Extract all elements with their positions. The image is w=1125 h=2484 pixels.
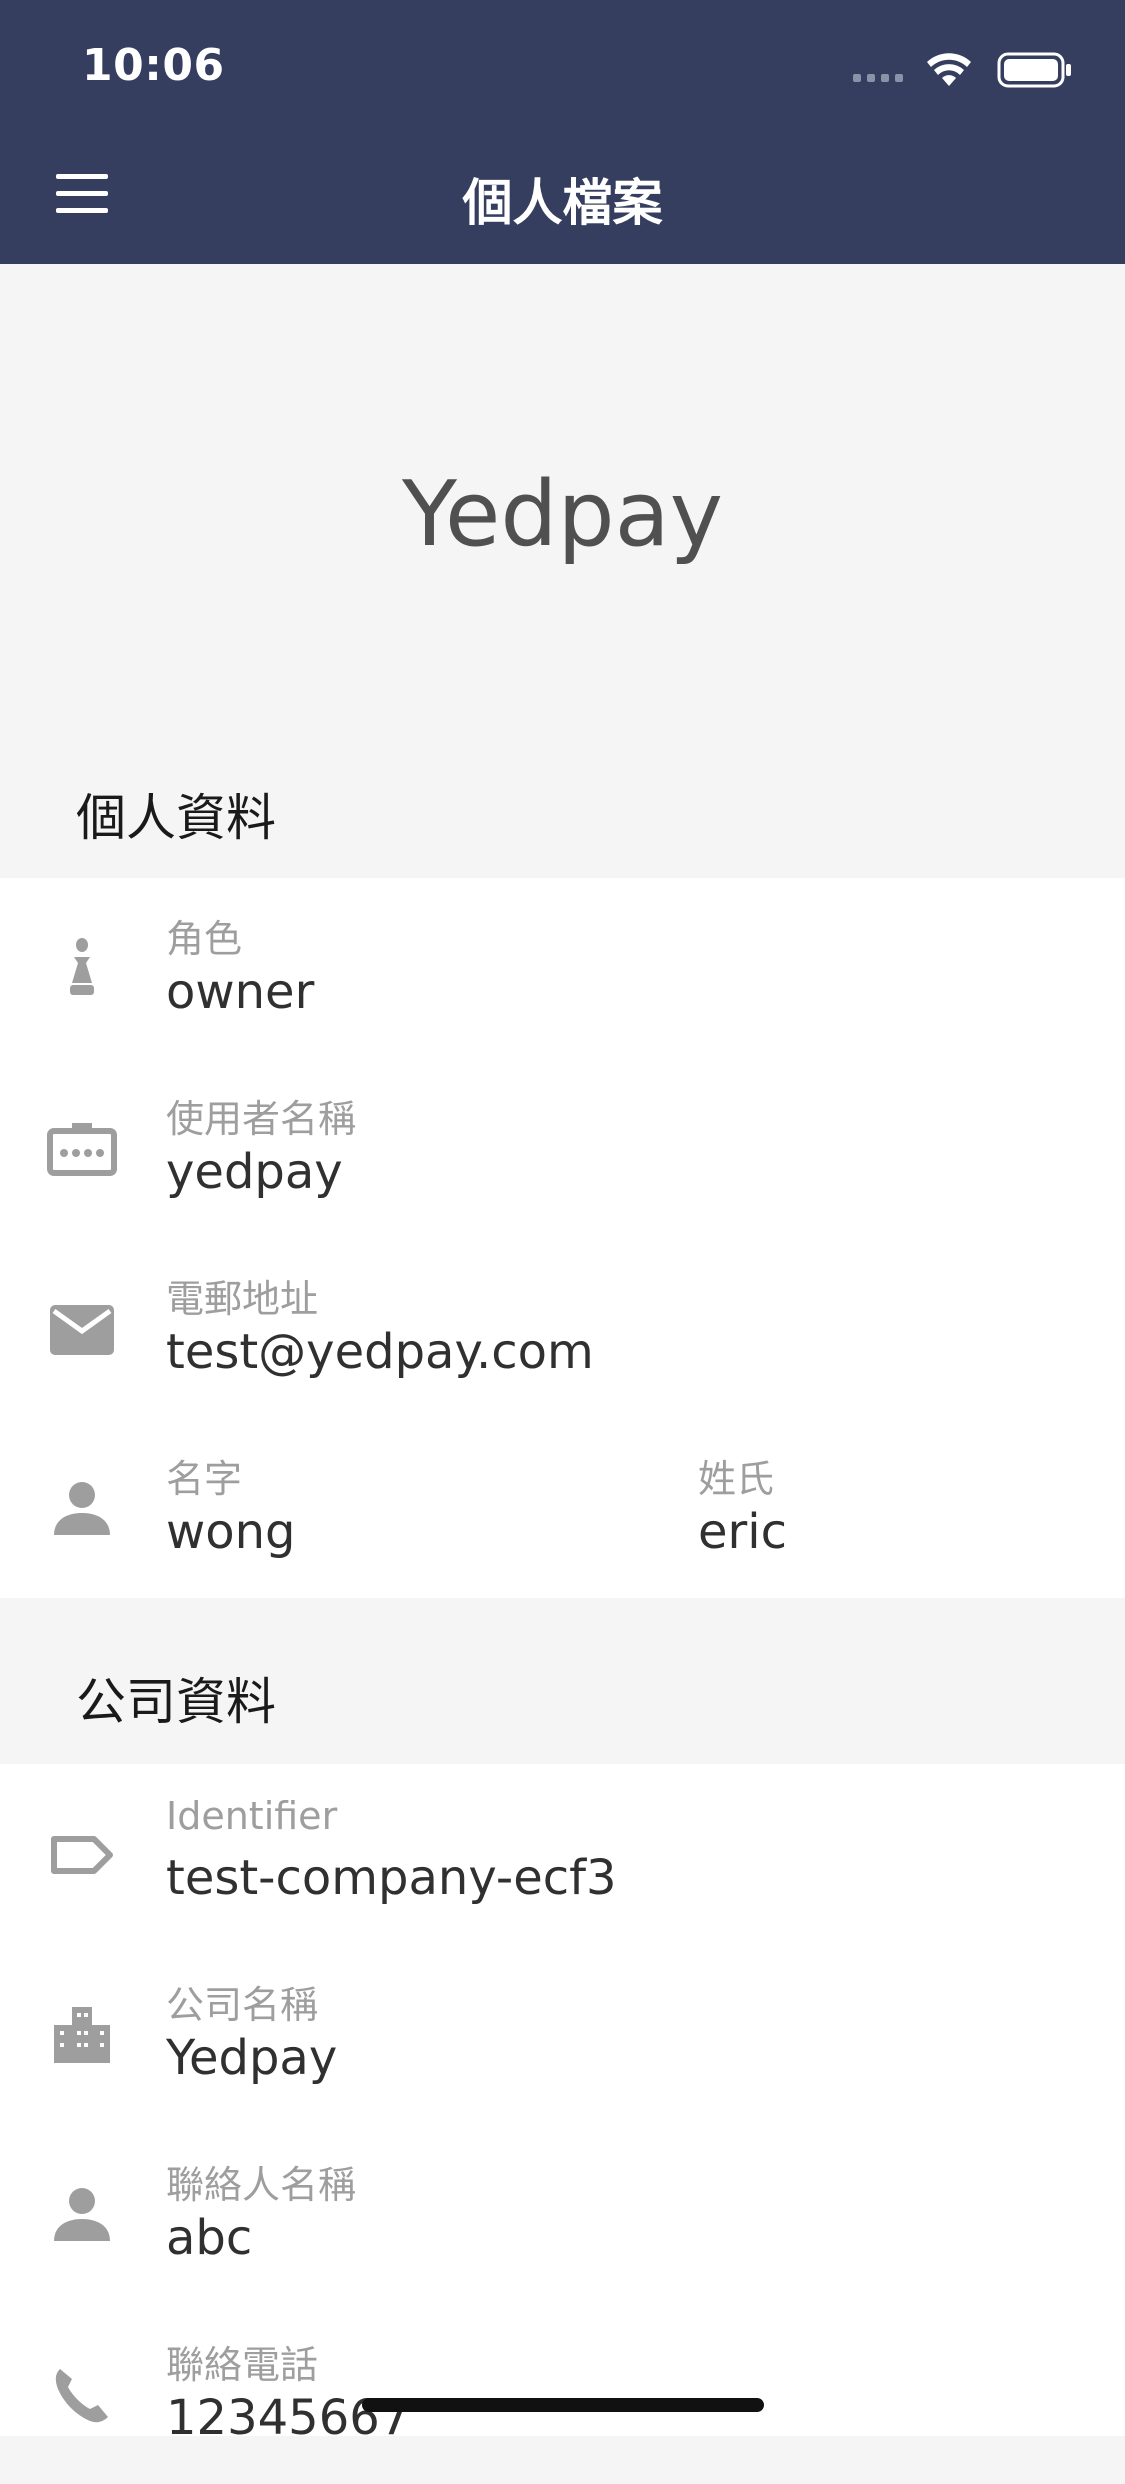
- role-label: 角色: [166, 917, 243, 961]
- person-icon: [46, 1473, 118, 1545]
- wifi-icon: [927, 53, 971, 86]
- company-info-card: Identifier test-company-ecf3 公司名稱 Yedpay…: [0, 1764, 1125, 2446]
- identifier-row: Identifier test-company-ecf3: [0, 1764, 1125, 1944]
- username-label: 使用者名稱: [166, 1097, 357, 1141]
- identifier-value: test-company-ecf3: [166, 1850, 617, 1906]
- brand-name: Yedpay: [401, 461, 724, 567]
- personal-info-card: 角色 owner 使用者名稱 yedpay 電郵地址 test@yedpay.c…: [0, 878, 1125, 1598]
- contact-phone-label: 聯絡電話: [166, 2343, 319, 2387]
- building-icon: [46, 1999, 118, 2071]
- username-value: yedpay: [166, 1144, 343, 1200]
- person-icon: [46, 2179, 118, 2251]
- contact-name-row: 聯絡人名稱 abc: [0, 2124, 1125, 2304]
- username-row: 使用者名稱 yedpay: [0, 1058, 1125, 1238]
- battery-icon: [997, 52, 1071, 88]
- phone-icon: [46, 2359, 118, 2431]
- mail-icon: [46, 1293, 118, 1365]
- company-logo-area: Yedpay: [0, 264, 1125, 764]
- role-row: 角色 owner: [0, 878, 1125, 1058]
- name-row: 名字 wong 姓氏 eric: [0, 1418, 1125, 1598]
- chess-pawn-icon: [46, 933, 118, 1005]
- email-row: 電郵地址 test@yedpay.com: [0, 1238, 1125, 1418]
- status-icons: [851, 48, 1081, 92]
- badge-icon: [46, 1113, 118, 1185]
- contact-phone-row: 聯絡電話 12345667: [0, 2304, 1125, 2484]
- contact-name-label: 聯絡人名稱: [166, 2163, 357, 2207]
- role-value: owner: [166, 964, 315, 1020]
- top-app-bar: 10:06 個人檔案: [0, 0, 1125, 264]
- status-time: 10:06: [82, 40, 225, 91]
- last-name-label: 姓氏: [698, 1457, 775, 1501]
- label-tag-icon: [46, 1819, 118, 1891]
- first-name-label: 名字: [166, 1457, 243, 1501]
- section-heading-personal: 個人資料: [76, 789, 276, 847]
- identifier-label: Identifier: [166, 1794, 338, 1838]
- company-name-label: 公司名稱: [166, 1983, 319, 2027]
- contact-name-value: abc: [166, 2210, 253, 2266]
- first-name-value: wong: [166, 1504, 296, 1560]
- home-indicator[interactable]: [362, 2398, 764, 2412]
- company-name-row: 公司名稱 Yedpay: [0, 1944, 1125, 2124]
- company-name-value: Yedpay: [166, 2030, 338, 2086]
- email-value: test@yedpay.com: [166, 1324, 594, 1380]
- last-name-value: eric: [698, 1504, 787, 1560]
- cellular-signal-icon: [853, 74, 903, 82]
- email-label: 電郵地址: [166, 1277, 319, 1321]
- section-heading-company: 公司資料: [76, 1673, 276, 1731]
- page-title: 個人檔案: [462, 174, 663, 232]
